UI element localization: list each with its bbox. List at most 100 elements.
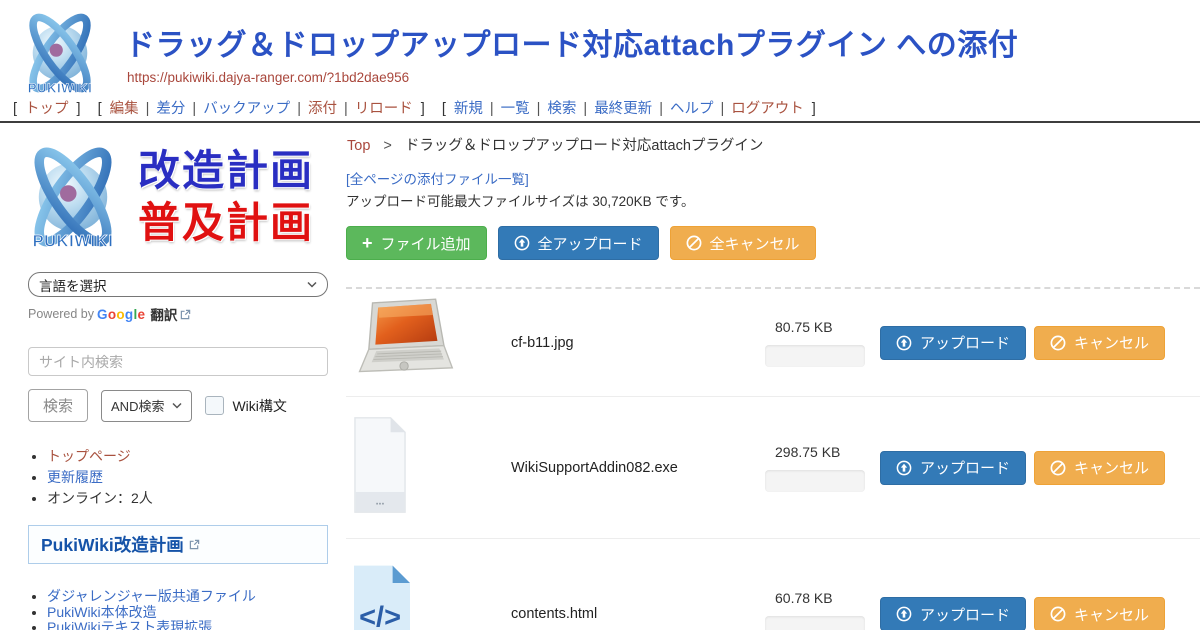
file-progress-cell: 80.75 KB [765,319,880,367]
and-or-select-value: AND検索 [111,396,164,415]
cancel-button[interactable]: キャンセル [1034,451,1165,485]
upload-all-label: 全アップロード [538,233,643,254]
sidebar-menu-links: ダジャレンジャー版共通ファイル PukiWiki本体改造 PukiWikiテキス… [30,589,346,630]
pipe-separator: | [720,101,724,117]
add-files-button[interactable]: + ファイル追加 [346,226,487,260]
list-item: トップページ [47,447,346,466]
breadcrumb-separator: > [383,138,391,154]
upload-circle-icon [514,235,530,251]
max-upload-size-text: アップロード可能最大ファイルサイズは 30,720KB です。 [346,190,695,210]
bracket: [ [98,101,102,117]
pukiwiki-atom-icon: PUKIWIKI [12,138,134,256]
cancel-label: キャンセル [1074,332,1149,353]
file-row: cf-b11.jpg 80.75 KB アップロード キャンセル [346,289,1200,397]
progress-bar [765,470,865,492]
pukiwiki-logo-text: PUKIWIKI [28,80,92,95]
banner-line-kaizou: 改造計画 [138,145,314,197]
nav-item-attach[interactable]: 添付 [308,101,337,117]
pipe-separator: | [146,101,150,117]
powered-by-label: Powered by [28,307,94,321]
search-button[interactable]: 検索 [28,389,88,422]
cancel-label: キャンセル [1074,457,1149,478]
and-or-select[interactable]: AND検索 [101,390,192,422]
breadcrumb-current: ドラッグ＆ドロップアップロード対応attachプラグイン [405,138,764,154]
pukiwiki-logo-text: PUKIWIKI [33,233,114,251]
nav-item-logout[interactable]: ログアウト [731,101,804,117]
language-select-value: 言語を選択 [39,275,107,295]
search-controls-row: 検索 AND検索 Wiki構文 [28,389,346,422]
file-dropzone[interactable]: cf-b11.jpg 80.75 KB アップロード キャンセル [346,287,1200,630]
nav-item-new[interactable]: 新規 [454,101,483,117]
sidebar-banner-link[interactable]: PUKIWIKI 改造計画 普及計画 [12,138,346,256]
file-name: cf-b11.jpg [511,335,765,351]
pipe-separator: | [344,101,348,117]
sidebar-item-text-ext[interactable]: PukiWikiテキスト表現拡張 [47,619,212,630]
page-url-link[interactable]: https://pukiwiki.dajya-ranger.com/?1bd2d… [127,70,409,85]
file-actions: アップロード キャンセル [880,451,1165,485]
nav-item-help[interactable]: ヘルプ [670,101,714,117]
file-name: contents.html [511,606,765,622]
chevron-down-icon [172,402,182,409]
sidebar: PUKIWIKI 改造計画 普及計画 言語を選択 Powered by Goog… [0,130,346,630]
upload-circle-icon [896,460,912,476]
file-row: </> contents.html 60.78 KB アップロード キャンセル [346,539,1200,630]
translate-link[interactable]: 翻訳 [150,304,177,324]
breadcrumb-home-link[interactable]: Top [347,138,370,154]
bracket: ] [77,101,81,117]
nav-item-search[interactable]: 検索 [547,101,576,117]
file-size: 60.78 KB [775,590,880,606]
nav-item-top[interactable]: トップ [25,101,69,117]
sidebar-section-title-link[interactable]: PukiWiki改造計画 [41,532,184,557]
nav-item-backup[interactable]: バックアップ [203,101,290,117]
main-content: Top > ドラッグ＆ドロップアップロード対応attachプラグイン [全ページ… [346,130,1200,630]
upload-all-button[interactable]: 全アップロード [498,226,659,260]
bracket: ] [812,101,816,117]
nav-item-list[interactable]: 一覧 [501,101,530,117]
sidebar-item-core-mod[interactable]: PukiWiki本体改造 [47,604,157,620]
upload-button[interactable]: アップロード [880,326,1026,360]
cancel-all-button[interactable]: 全キャンセル [670,226,816,260]
file-size: 298.75 KB [775,444,880,460]
banner-words: 改造計画 普及計画 [138,145,314,249]
laptop-photo-thumbnail [354,296,456,384]
ban-circle-icon [1050,460,1066,476]
upload-button[interactable]: アップロード [880,451,1026,485]
bracket: [ [442,101,446,117]
file-row: ... WikiSupportAddin082.exe 298.75 KB アッ… [346,397,1200,539]
upload-circle-icon [896,335,912,351]
file-progress-cell: 298.75 KB [765,444,880,492]
nav-item-recent[interactable]: 最終更新 [594,101,652,117]
add-files-label: ファイル追加 [381,233,471,254]
language-select[interactable]: 言語を選択 [28,272,328,297]
all-pages-attach-list-link[interactable]: [全ページの添付ファイル一覧] [346,168,529,188]
wiki-syntax-checkbox[interactable] [205,396,224,415]
nav-item-diff[interactable]: 差分 [156,101,185,117]
cancel-button[interactable]: キャンセル [1034,326,1165,360]
nav-item-reload[interactable]: リロード [355,101,413,117]
sidebar-item-recent-changes[interactable]: 更新履歴 [47,469,103,485]
pipe-separator: | [537,101,541,117]
chevron-down-icon [307,281,317,288]
pipe-separator: | [583,101,587,117]
list-item: オンライン：2人 [47,489,346,508]
sidebar-item-common-files[interactable]: ダジャレンジャー版共通ファイル [47,588,256,604]
pipe-separator: | [490,101,494,117]
sidebar-item-toppage[interactable]: トップページ [47,448,131,464]
sidebar-top-links: トップページ 更新履歴 オンライン：2人 [30,447,346,508]
wiki-syntax-label: Wiki構文 [232,396,286,416]
list-item: PukiWiki本体改造 [47,605,346,621]
cancel-button[interactable]: キャンセル [1034,597,1165,630]
pukiwiki-logo-icon[interactable]: PUKIWIKI [12,6,108,100]
powered-by-google: Powered by Google 翻訳 [28,304,346,324]
nav-item-edit[interactable]: 編集 [110,101,139,117]
site-search-input[interactable] [28,347,328,376]
ban-circle-icon [1050,335,1066,351]
upload-toolbar: + ファイル追加 全アップロード 全キャンセル [346,226,816,260]
file-thumbnail-cell [346,296,511,389]
upload-button[interactable]: アップロード [880,597,1026,630]
plus-icon: + [362,234,373,252]
banner-line-fukyuu: 普及計画 [138,197,314,249]
progress-bar [765,616,865,630]
generic-file-icon: ... [354,416,406,514]
ban-circle-icon [1050,606,1066,622]
